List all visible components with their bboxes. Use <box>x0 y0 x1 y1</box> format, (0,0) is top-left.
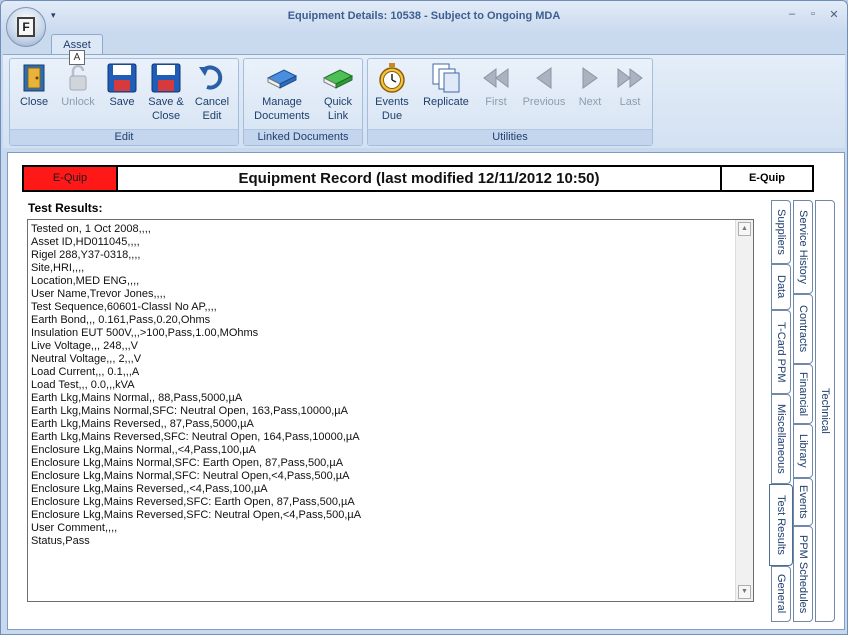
scroll-up-icon[interactable]: ▲ <box>738 222 751 236</box>
application-logo-icon: F <box>17 17 35 37</box>
tab-t-card-ppm[interactable]: T-Card PPM <box>771 310 791 394</box>
tab-miscellaneous[interactable]: Miscellaneous <box>771 394 791 484</box>
utilities-group-label: Utilities <box>368 129 652 145</box>
close-button[interactable]: Close <box>12 61 56 109</box>
test-result-line: User Comment,,,, <box>31 522 118 534</box>
vertical-scrollbar[interactable]: ▲ ▼ <box>735 220 753 601</box>
ribbon-panel: Close Unlock Save Save & Close Cancel Ed… <box>3 54 845 148</box>
record-panel: E-Quip Equipment Record (last modified 1… <box>7 152 845 630</box>
application-menu-button[interactable]: F <box>6 7 46 47</box>
test-result-line: Site,HRI,,,, <box>31 262 85 274</box>
test-result-line: Earth Lkg,Mains Normal,SFC: Neutral Open… <box>31 405 348 417</box>
tab-data[interactable]: Data <box>771 264 791 310</box>
minimize-button[interactable]: – <box>787 8 797 21</box>
tab-technical[interactable]: Technical <box>815 200 835 622</box>
last-record-icon <box>617 68 643 88</box>
first-button[interactable]: First <box>474 61 518 109</box>
events-due-button[interactable]: Events Due <box>370 61 414 123</box>
test-result-line: Enclosure Lkg,Mains Reversed,,<4,Pass,10… <box>31 483 268 495</box>
stopwatch-icon <box>379 63 405 93</box>
padlock-icon <box>69 64 87 91</box>
equip-badge-left: E-Quip <box>24 167 118 190</box>
test-result-line: Load Test,,, 0.0,,,kVA <box>31 379 135 391</box>
next-record-icon <box>582 67 598 89</box>
last-button[interactable]: Last <box>608 61 652 109</box>
scroll-down-icon[interactable]: ▼ <box>738 585 751 599</box>
test-result-line: Insulation EUT 500V,,,>100,Pass,1.00,MOh… <box>31 327 259 339</box>
next-button[interactable]: Next <box>568 61 612 109</box>
test-result-line: Enclosure Lkg,Mains Reversed,SFC: Earth … <box>31 496 355 508</box>
equip-badge-right: E-Quip <box>720 167 812 190</box>
tab-contracts[interactable]: Contracts <box>793 294 813 364</box>
previous-button[interactable]: Previous <box>518 61 570 109</box>
unlock-button[interactable]: Unlock <box>56 61 100 109</box>
test-results-textarea[interactable]: Tested on, 1 Oct 2008,,,, Asset ID,HD0110… <box>27 219 754 602</box>
record-header: E-Quip Equipment Record (last modified 1… <box>22 165 814 192</box>
replicate-button[interactable]: Replicate <box>418 61 474 109</box>
close-window-button[interactable]: ✕ <box>829 8 839 21</box>
test-result-line: Earth Bond,,, 0.161,Pass,0.20,Ohms <box>31 314 211 326</box>
quick-link-button[interactable]: Quick Link <box>316 61 360 123</box>
linked-documents-group: Manage Documents Quick Link Linked Docum… <box>243 58 363 146</box>
record-title: Equipment Record (last modified 12/11/20… <box>238 170 600 187</box>
tab-library[interactable]: Library <box>793 424 813 478</box>
vertical-tab-strip: Suppliers Data T-Card PPM Miscellaneous … <box>769 200 843 625</box>
floppy-disk-icon <box>107 63 137 93</box>
previous-record-icon <box>536 67 552 89</box>
test-result-line: Enclosure Lkg,Mains Normal,,<4,Pass,100,… <box>31 444 256 456</box>
test-result-line: Earth Lkg,Mains Normal,, 88,Pass,5000,µA <box>31 392 243 404</box>
copy-pages-icon <box>432 63 460 93</box>
keytip-badge: A <box>69 50 85 65</box>
test-results-content[interactable]: Tested on, 1 Oct 2008,,,, Asset ID,HD0110… <box>29 221 734 600</box>
tab-test-results[interactable]: Test Results <box>769 484 793 566</box>
test-result-line: Enclosure Lkg,Mains Reversed,SFC: Neutra… <box>31 509 362 521</box>
door-icon <box>23 64 45 92</box>
green-book-icon <box>322 69 354 89</box>
test-result-line: Enclosure Lkg,Mains Normal,SFC: Earth Op… <box>31 457 344 469</box>
edit-group-label: Edit <box>10 129 238 145</box>
floppy-disk-icon <box>151 63 181 93</box>
test-result-line: Enclosure Lkg,Mains Normal,SFC: Neutral … <box>31 470 350 482</box>
tab-events[interactable]: Events <box>793 478 813 526</box>
test-result-line: Status,Pass <box>31 535 90 547</box>
test-result-line: Neutral Voltage,,, 2,,,V <box>31 353 142 365</box>
manage-documents-button[interactable]: Manage Documents <box>250 61 314 123</box>
title-bar: ▾ Equipment Details: 10538 - Subject to … <box>1 1 847 33</box>
undo-arrow-icon <box>199 65 223 90</box>
window-controls: – ▫ ✕ <box>787 8 839 21</box>
tab-financial[interactable]: Financial <box>793 364 813 424</box>
equipment-details-window: ▾ Equipment Details: 10538 - Subject to … <box>0 0 848 635</box>
first-record-icon <box>483 68 509 88</box>
tab-general[interactable]: General <box>771 566 791 622</box>
test-result-line: User Name,Trevor Jones,,,, <box>31 288 166 300</box>
restore-button[interactable]: ▫ <box>808 8 818 21</box>
linked-documents-group-label: Linked Documents <box>244 129 362 145</box>
tab-suppliers[interactable]: Suppliers <box>771 200 791 264</box>
test-result-line: Tested on, 1 Oct 2008,,,, <box>31 223 151 235</box>
save-and-close-button[interactable]: Save & Close <box>144 61 188 123</box>
test-result-line: Location,MED ENG,,,, <box>31 275 140 287</box>
window-title: Equipment Details: 10538 - Subject to On… <box>287 10 561 22</box>
test-result-line: Load Current,,, 0.1,,,A <box>31 366 140 378</box>
tab-ppm-schedules[interactable]: PPM Schedules <box>793 526 813 622</box>
blue-book-icon <box>266 69 298 89</box>
test-result-line: Asset ID,HD011045,,,, <box>31 236 140 248</box>
test-results-label: Test Results: <box>28 201 103 215</box>
tab-service-history[interactable]: Service History <box>793 200 813 294</box>
ribbon-tab-strip: Asset <box>1 33 847 56</box>
test-result-line: Earth Lkg,Mains Reversed,, 87,Pass,5000,… <box>31 418 254 430</box>
save-button[interactable]: Save <box>100 61 144 109</box>
edit-group: Close Unlock Save Save & Close Cancel Ed… <box>9 58 239 146</box>
test-result-line: Test Sequence,60601-ClassI No AP,,,, <box>31 301 217 313</box>
test-result-line: Rigel 288,Y37-0318,,,, <box>31 249 141 261</box>
cancel-edit-button[interactable]: Cancel Edit <box>190 61 234 123</box>
utilities-group: Events Due Replicate First Previous Next <box>367 58 653 146</box>
test-result-line: Live Voltage,,, 248,,,V <box>31 340 139 352</box>
test-result-line: Earth Lkg,Mains Reversed,SFC: Neutral Op… <box>31 431 360 443</box>
